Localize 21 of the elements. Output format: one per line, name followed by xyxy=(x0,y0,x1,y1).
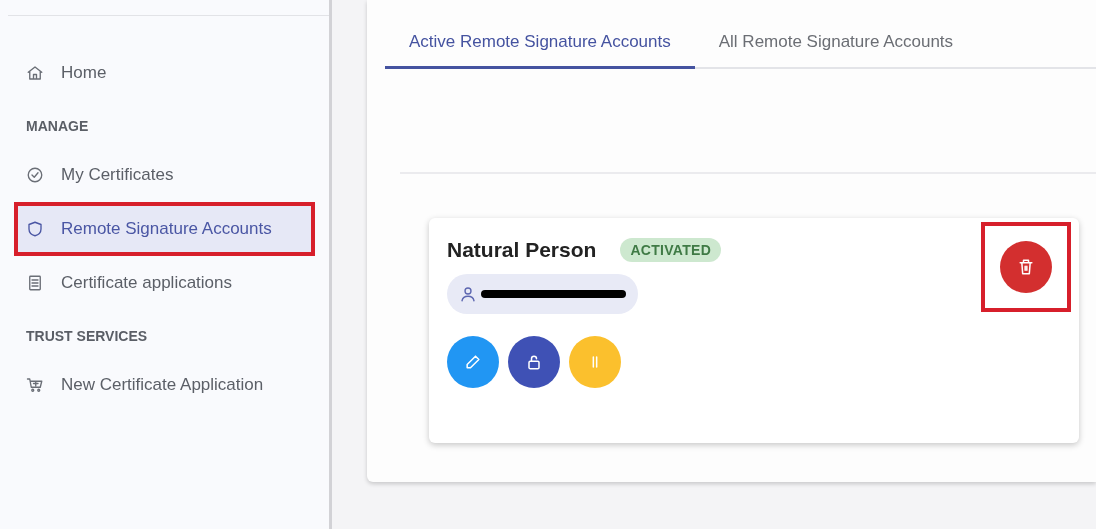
nav-item[interactable]: Home xyxy=(18,50,311,96)
status-badge: ACTIVATED xyxy=(620,238,722,262)
nav-item[interactable]: Certificate applications xyxy=(18,260,311,306)
delete-button[interactable] xyxy=(1000,241,1052,293)
nav-item[interactable]: New Certificate Application xyxy=(18,362,311,408)
check-circle-icon xyxy=(26,166,44,184)
action-button[interactable] xyxy=(447,336,499,388)
section-heading: MANAGE xyxy=(25,117,90,136)
shield-icon xyxy=(26,220,44,238)
action-button[interactable] xyxy=(508,336,560,388)
pencil-icon xyxy=(463,352,483,372)
nav-item[interactable]: My Certificates xyxy=(18,152,311,198)
cart-icon xyxy=(26,376,44,394)
tab[interactable]: All Remote Signature Accounts xyxy=(694,0,978,69)
home-icon xyxy=(26,64,44,82)
nav-item[interactable]: Remote Signature Accounts xyxy=(18,206,311,252)
section-heading: TRUST SERVICES xyxy=(25,327,149,346)
document-icon xyxy=(26,274,44,292)
account-title: Natural Person xyxy=(447,238,597,262)
tab[interactable]: Active Remote Signature Accounts xyxy=(385,0,695,69)
user-icon xyxy=(459,285,477,303)
